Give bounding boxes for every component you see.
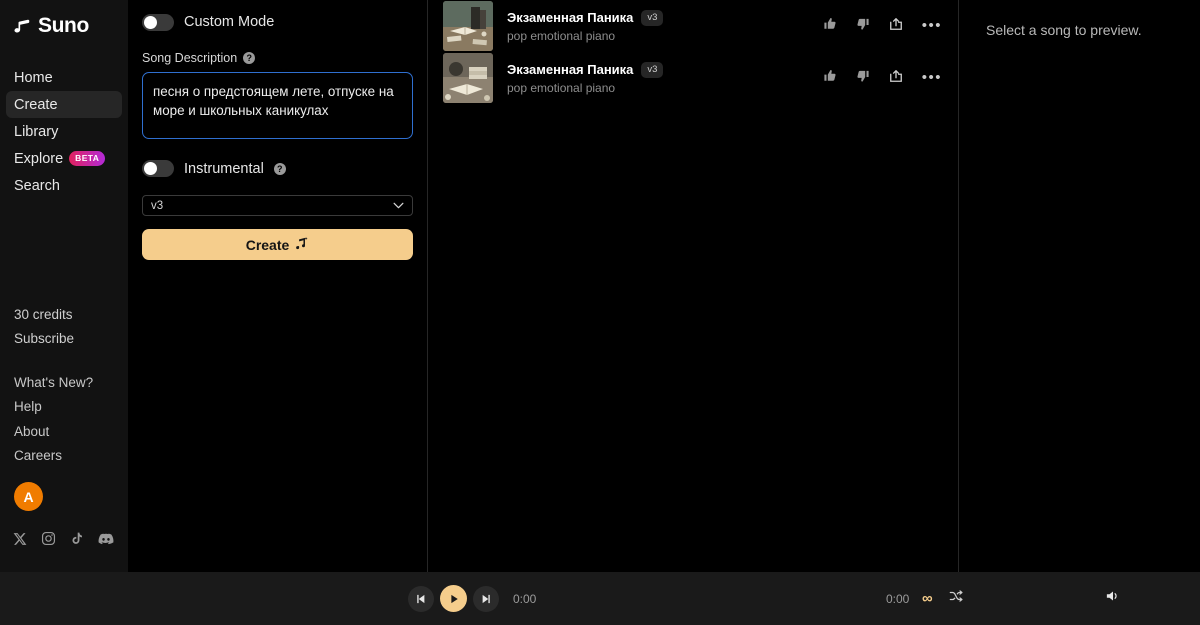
suno-app: Suno Home Create Library Explore BETA Se…	[0, 0, 1200, 625]
preview-empty-text: Select a song to preview.	[986, 22, 1142, 38]
custom-mode-toggle[interactable]	[142, 13, 174, 31]
row-actions: •••	[823, 69, 942, 88]
instrumental-toggle[interactable]	[142, 160, 174, 177]
version-badge: v3	[641, 9, 664, 26]
thumbs-down-icon[interactable]	[856, 17, 870, 36]
song-title: Экзаменная Паника	[507, 62, 634, 77]
beta-badge: BETA	[69, 151, 106, 166]
song-title: Экзаменная Паника	[507, 10, 634, 25]
song-style: pop emotional piano	[507, 80, 616, 95]
sidebar-item-create[interactable]: Create	[6, 91, 122, 118]
sidebar-item-label: Search	[14, 177, 60, 194]
share-icon[interactable]	[889, 69, 903, 88]
account-meta: 30 credits Subscribe	[14, 303, 74, 351]
song-description-label-row: Song Description ?	[142, 51, 413, 65]
thumbs-up-icon[interactable]	[823, 69, 837, 88]
sidebar: Suno Home Create Library Explore BETA Se…	[0, 0, 128, 572]
sidebar-item-label: Home	[14, 69, 53, 86]
custom-mode-label: Custom Mode	[184, 14, 275, 30]
link-help[interactable]: Help	[14, 395, 93, 419]
link-about[interactable]: About	[14, 420, 93, 444]
song-meta: Экзаменная Паника v3 pop emotional piano	[507, 9, 823, 43]
table-row[interactable]: Экзаменная Паника v3 pop emotional piano…	[429, 52, 958, 104]
album-art	[443, 53, 493, 103]
table-row[interactable]: Экзаменная Паника v3 pop emotional piano…	[429, 0, 958, 52]
shuffle-icon[interactable]	[949, 589, 963, 608]
chevron-down-icon	[393, 200, 404, 212]
album-art	[443, 1, 493, 51]
total-time: 0:00	[886, 591, 910, 606]
song-title-row: Экзаменная Паника v3	[507, 61, 823, 78]
custom-mode-row: Custom Mode	[142, 8, 413, 36]
avatar[interactable]: A	[14, 482, 43, 511]
link-careers[interactable]: Careers	[14, 444, 93, 468]
discord-icon[interactable]	[98, 533, 114, 545]
play-button[interactable]	[440, 585, 467, 612]
x-twitter-icon[interactable]	[13, 532, 27, 546]
thumbs-up-icon[interactable]	[823, 17, 837, 36]
song-description-input[interactable]	[142, 72, 413, 139]
song-title-row: Экзаменная Паника v3	[507, 9, 823, 26]
song-list: Экзаменная Паника v3 pop emotional piano…	[429, 0, 959, 572]
current-time: 0:00	[513, 591, 537, 606]
sidebar-item-label: Create	[14, 96, 58, 113]
help-icon[interactable]: ?	[243, 52, 256, 64]
instrumental-label: Instrumental	[184, 160, 264, 177]
primary-nav: Home Create Library Explore BETA Search	[0, 64, 128, 199]
toggle-knob	[144, 162, 157, 175]
sidebar-item-label: Explore	[14, 150, 64, 167]
player-bar: 0:00 0:00 ∞	[0, 572, 1200, 625]
model-version-value: v3	[151, 199, 164, 212]
instagram-icon[interactable]	[41, 531, 56, 546]
transport-controls	[408, 585, 499, 612]
prev-track-button[interactable]	[408, 585, 434, 612]
model-version-select[interactable]: v3	[142, 195, 413, 216]
credits-label: 30 credits	[14, 307, 73, 322]
create-panel: Custom Mode Song Description ? Instrumen…	[128, 0, 536, 572]
brand-name: Suno	[38, 14, 89, 37]
sidebar-item-search[interactable]: Search	[6, 172, 122, 199]
link-whats-new[interactable]: What's New?	[14, 371, 93, 395]
social-links	[13, 531, 114, 546]
share-icon[interactable]	[889, 17, 903, 36]
create-button-label: Create	[245, 236, 290, 253]
song-description-label: Song Description	[142, 51, 238, 65]
brand-logo[interactable]: Suno	[0, 0, 128, 38]
sidebar-item-home[interactable]: Home	[6, 64, 122, 91]
sidebar-item-library[interactable]: Library	[6, 118, 122, 145]
tiktok-icon[interactable]	[70, 531, 84, 546]
more-icon[interactable]: •••	[922, 18, 942, 33]
instrumental-row: Instrumental ?	[142, 160, 413, 177]
sidebar-item-label: Library	[14, 123, 59, 140]
subscribe-link[interactable]: Subscribe	[14, 327, 74, 351]
preview-panel: Select a song to preview.	[960, 0, 1200, 572]
volume-icon[interactable]	[1105, 589, 1121, 608]
help-icon[interactable]: ?	[273, 162, 286, 175]
sparkle-note-icon	[295, 236, 309, 253]
song-meta: Экзаменная Паника v3 pop emotional piano	[507, 61, 823, 95]
next-track-button[interactable]	[473, 585, 499, 612]
toggle-knob	[144, 15, 157, 29]
suno-note-logo-icon	[12, 16, 32, 36]
create-button[interactable]: Create	[142, 229, 413, 260]
more-icon[interactable]: •••	[922, 70, 942, 85]
song-style: pop emotional piano	[507, 28, 616, 43]
sidebar-item-explore[interactable]: Explore BETA	[6, 145, 122, 172]
row-actions: •••	[823, 17, 942, 36]
thumbs-down-icon[interactable]	[856, 69, 870, 88]
secondary-links: What's New? Help About Careers	[14, 371, 93, 468]
loop-icon[interactable]: ∞	[922, 590, 933, 607]
version-badge: v3	[641, 61, 664, 78]
